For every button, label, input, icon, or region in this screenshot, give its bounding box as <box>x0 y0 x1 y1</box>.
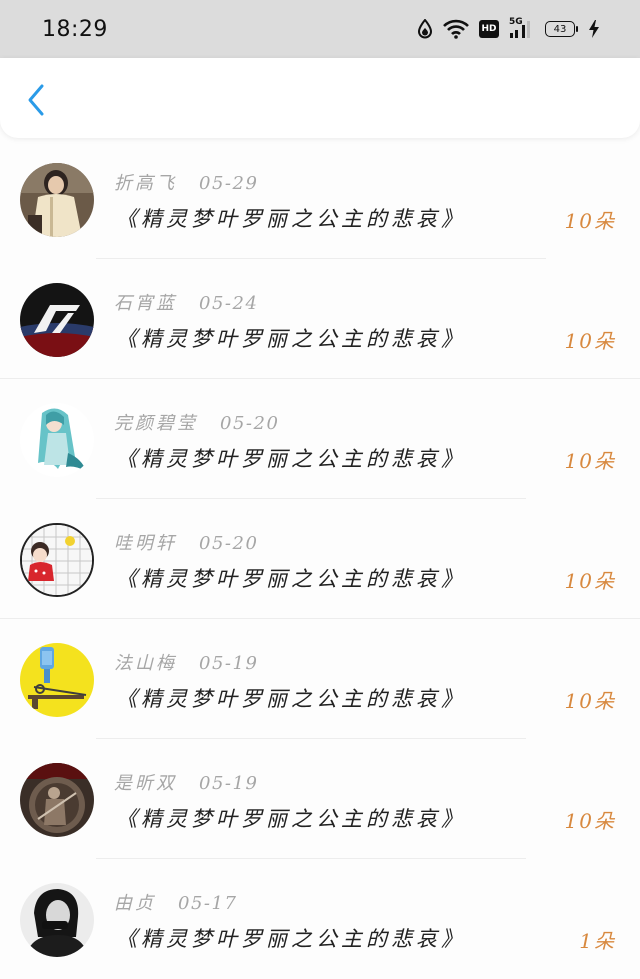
avatar[interactable] <box>20 163 94 237</box>
charging-icon <box>588 19 600 39</box>
sender-name: 是昕双 <box>114 773 177 794</box>
status-icons: HD 5G 43 <box>417 17 600 39</box>
record-date: 05-20 <box>220 413 280 434</box>
sender-name: 哇明轩 <box>114 533 177 554</box>
list-item[interactable]: 由贞 05-17 《精灵梦叶罗丽之公主的悲哀》 1朵 <box>0 859 640 979</box>
gift-title: 《精灵梦叶罗丽之公主的悲哀》 <box>116 567 466 591</box>
record-meta: 哇明轩 05-20 <box>114 529 258 555</box>
avatar[interactable] <box>20 403 94 477</box>
list-item[interactable]: 哇明轩 05-20 《精灵梦叶罗丽之公主的悲哀》 10朵 <box>0 499 640 619</box>
wifi-icon <box>443 19 469 39</box>
record-date: 05-17 <box>178 893 238 914</box>
gift-record-list: 折高飞 05-29 《精灵梦叶罗丽之公主的悲哀》 10朵 石宵蓝 05-24 《… <box>0 139 640 979</box>
record-meta: 折高飞 05-29 <box>114 169 258 195</box>
record-meta: 石宵蓝 05-24 <box>114 289 258 315</box>
gift-title: 《精灵梦叶罗丽之公主的悲哀》 <box>116 447 466 471</box>
list-item[interactable]: 完颜碧莹 05-20 《精灵梦叶罗丽之公主的悲哀》 10朵 <box>0 379 640 499</box>
gift-count: 10朵 <box>564 449 616 473</box>
status-bar: 18:29 HD 5G 43 <box>0 0 640 58</box>
status-time: 18:29 <box>42 16 108 42</box>
list-item[interactable]: 法山梅 05-19 《精灵梦叶罗丽之公主的悲哀》 10朵 <box>0 619 640 739</box>
avatar[interactable] <box>20 763 94 837</box>
record-date: 05-29 <box>199 173 259 194</box>
list-item[interactable]: 是昕双 05-19 《精灵梦叶罗丽之公主的悲哀》 10朵 <box>0 739 640 859</box>
list-item[interactable]: 折高飞 05-29 《精灵梦叶罗丽之公主的悲哀》 10朵 <box>0 139 640 259</box>
avatar[interactable] <box>20 643 94 717</box>
avatar[interactable] <box>20 283 94 357</box>
record-meta: 由贞 05-17 <box>114 889 237 915</box>
battery-icon: 43 <box>545 21 578 37</box>
record-meta: 是昕双 05-19 <box>114 769 258 795</box>
record-meta: 法山梅 05-19 <box>114 649 258 675</box>
gift-count: 10朵 <box>564 329 616 353</box>
gift-title: 《精灵梦叶罗丽之公主的悲哀》 <box>116 207 466 231</box>
sender-name: 折高飞 <box>114 173 177 194</box>
record-date: 05-19 <box>199 773 259 794</box>
gift-count: 1朵 <box>579 929 616 953</box>
gift-title: 《精灵梦叶罗丽之公主的悲哀》 <box>116 807 466 831</box>
record-date: 05-20 <box>199 533 259 554</box>
gift-count: 10朵 <box>564 569 616 593</box>
sender-name: 法山梅 <box>114 653 177 674</box>
gift-count: 10朵 <box>564 689 616 713</box>
avatar[interactable] <box>20 523 94 597</box>
chevron-left-icon <box>28 84 44 116</box>
sender-name: 由贞 <box>114 893 156 914</box>
gift-title: 《精灵梦叶罗丽之公主的悲哀》 <box>116 687 466 711</box>
gift-count: 10朵 <box>564 809 616 833</box>
gift-count: 10朵 <box>564 209 616 233</box>
sender-name: 石宵蓝 <box>114 293 177 314</box>
record-meta: 完颜碧莹 05-20 <box>114 409 279 435</box>
cellular-signal-icon: 5G <box>509 17 535 39</box>
battery-level: 43 <box>553 23 567 35</box>
gift-title: 《精灵梦叶罗丽之公主的悲哀》 <box>116 327 466 351</box>
avatar[interactable] <box>20 883 94 957</box>
hd-badge: HD <box>479 20 499 38</box>
list-item[interactable]: 石宵蓝 05-24 《精灵梦叶罗丽之公主的悲哀》 10朵 <box>0 259 640 379</box>
back-button[interactable] <box>18 80 54 120</box>
record-date: 05-19 <box>199 653 259 674</box>
sender-name: 完颜碧莹 <box>114 413 198 434</box>
data-saver-icon <box>417 19 433 39</box>
gift-title: 《精灵梦叶罗丽之公主的悲哀》 <box>116 927 466 951</box>
navigation-bar <box>0 58 640 138</box>
record-date: 05-24 <box>199 293 259 314</box>
